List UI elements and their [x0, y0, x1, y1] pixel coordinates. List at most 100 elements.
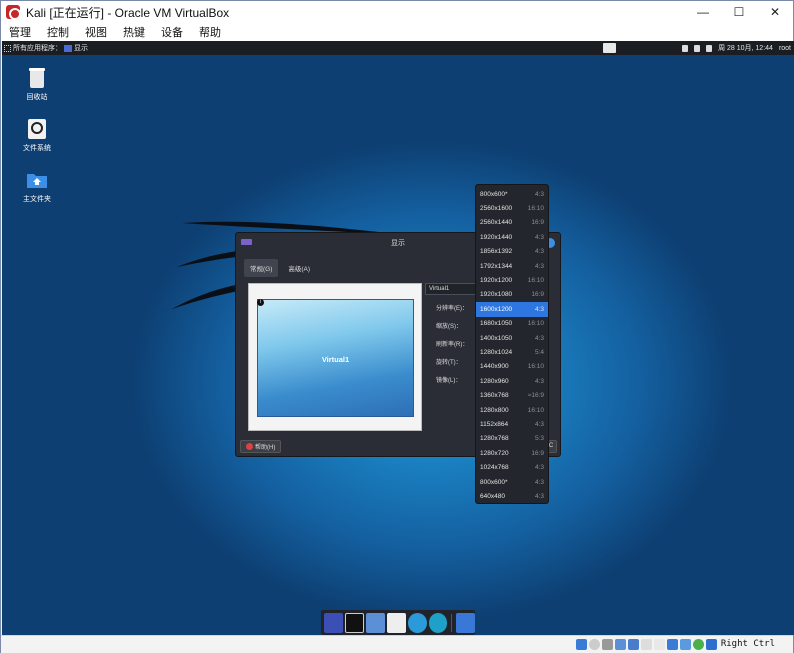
apps-menu[interactable]: 所有应用程序： 显示 — [4, 43, 88, 53]
resolution-option[interactable]: 1280x1024 5:4 — [476, 345, 548, 359]
dialog-tabs: 常规(G) 高级(A) — [244, 259, 316, 277]
help-button[interactable]: 帮助(H) — [240, 440, 282, 453]
aspect-ratio: 4:3 — [534, 305, 544, 313]
desktop-icon-trash[interactable]: 回收站 — [12, 67, 62, 102]
aspect-ratio: 4:3 — [534, 190, 544, 198]
maximize-button[interactable]: ☐ — [721, 1, 757, 23]
help-button-label: 帮助(H) — [255, 445, 276, 451]
aspect-ratio: 4:3 — [534, 492, 544, 500]
aspect-ratio: 4:3 — [534, 464, 544, 472]
title-bar: Kali [正在运行] - Oracle VM VirtualBox — ☐ ✕ — [1, 1, 793, 23]
show-desktop-icon[interactable] — [324, 612, 343, 633]
top-panel: 所有应用程序： 显示 周 28 10月, 12:44 root — [2, 41, 794, 55]
aspect-ratio: 4:3 — [534, 420, 544, 428]
resolution-option[interactable]: 1680x1050 16:10 — [476, 317, 548, 331]
resolution-value: 640x480 — [480, 492, 505, 500]
menu-hotkeys[interactable]: 热键 — [115, 24, 153, 40]
file-manager-icon[interactable] — [365, 612, 385, 633]
rotation-label: 旋转(T)： — [436, 360, 462, 366]
resolution-option[interactable]: 1920x1200 16:10 — [476, 273, 548, 287]
active-window-label[interactable]: 显示 — [74, 43, 88, 53]
resolution-value: 2560x1440 — [480, 219, 513, 227]
close-button[interactable]: ✕ — [757, 1, 793, 23]
menu-devices[interactable]: 设备 — [153, 24, 191, 40]
resolution-value: 1280x800 — [480, 406, 509, 414]
resolution-option[interactable]: 1280x960 4:3 — [476, 374, 548, 388]
recording-icon[interactable] — [667, 639, 678, 650]
resolution-option[interactable]: 640x480 4:3 — [476, 489, 548, 503]
network-icon[interactable] — [615, 639, 626, 650]
user-label[interactable]: root — [779, 45, 791, 52]
display-app-icon — [64, 44, 72, 52]
resolution-value: 1360x768 — [480, 392, 509, 400]
virtualbox-app-icon — [6, 5, 21, 20]
notification-bell-icon[interactable] — [706, 44, 713, 52]
resolution-option[interactable]: 1360x768 ≈16:9 — [476, 388, 548, 402]
resolution-option[interactable]: 1400x1050 4:3 — [476, 331, 548, 345]
output-select[interactable]: Virtual1 — [425, 283, 479, 295]
apps-grid-icon — [4, 44, 11, 52]
resolution-option[interactable]: 1024x768 4:3 — [476, 460, 548, 474]
desktop-icon-label: 主文件夹 — [23, 196, 51, 203]
mouse-integration-icon[interactable] — [693, 639, 704, 650]
cpu-icon[interactable] — [680, 639, 691, 650]
text-editor-icon[interactable] — [386, 612, 406, 633]
aspect-ratio: 4:3 — [534, 377, 544, 385]
aspect-ratio: 4:3 — [534, 478, 544, 486]
keyboard-icon[interactable] — [603, 43, 617, 53]
resolution-option[interactable]: 1920x1440 4:3 — [476, 230, 548, 244]
search-icon[interactable] — [428, 612, 448, 633]
resolution-option[interactable]: 1280x768 5:3 — [476, 432, 548, 446]
resolution-option[interactable]: 1792x1344 4:3 — [476, 259, 548, 273]
audio-icon[interactable] — [602, 639, 613, 650]
dialog-title: 显示 — [391, 240, 405, 247]
desktop-icon-home[interactable]: 主文件夹 — [12, 169, 62, 204]
shared-folders-icon[interactable] — [641, 639, 652, 650]
window-title: Kali [正在运行] - Oracle VM VirtualBox — [26, 5, 230, 20]
monitor-preview: Virtual1 i — [248, 283, 422, 431]
display-icon[interactable] — [654, 639, 665, 650]
resolution-option[interactable]: 1440x900 16:10 — [476, 360, 548, 374]
desktop-icon-filesystem[interactable]: 文件系统 — [12, 118, 62, 153]
battery-icon[interactable] — [694, 44, 701, 52]
usb-icon[interactable] — [628, 639, 639, 650]
resolution-option[interactable]: 2560x1440 16:9 — [476, 216, 548, 230]
menu-control[interactable]: 控制 — [39, 24, 77, 40]
help-icon — [246, 443, 253, 450]
monitor-virtual1[interactable]: Virtual1 — [257, 299, 414, 417]
menu-view[interactable]: 视图 — [77, 24, 115, 40]
aspect-ratio: 4:3 — [534, 334, 544, 342]
tab-advanced[interactable]: 高级(A) — [282, 259, 316, 277]
terminal-icon[interactable] — [344, 612, 364, 633]
volume-icon[interactable] — [682, 44, 689, 52]
resolution-value: 1680x1050 — [480, 320, 513, 328]
aspect-ratio: 16:9 — [531, 449, 544, 457]
hard-disk-icon[interactable] — [576, 639, 587, 650]
desktop-icon-label: 文件系统 — [23, 145, 51, 152]
resolution-option[interactable]: 800x600* 4:3 — [476, 475, 548, 489]
resolution-option[interactable]: 1920x1080 16:9 — [476, 288, 548, 302]
menu-help[interactable]: 帮助 — [191, 24, 229, 40]
dock — [321, 610, 476, 635]
resolution-option[interactable]: 2560x1600 16:10 — [476, 201, 548, 215]
browser-icon[interactable] — [407, 612, 427, 633]
optical-drive-icon[interactable] — [589, 639, 600, 650]
resolution-option[interactable]: 800x600* 4:3 — [476, 187, 548, 201]
home-folder-icon — [26, 169, 48, 191]
info-icon[interactable]: i — [257, 299, 264, 306]
keyboard-capture-icon[interactable] — [706, 639, 717, 650]
aspect-ratio: 16:10 — [527, 406, 544, 414]
resolution-option[interactable]: 1600x1200 4:3 — [476, 302, 548, 317]
display-app-icon — [241, 239, 252, 245]
resolution-option[interactable]: 1152x864 4:3 — [476, 417, 548, 431]
resolution-value: 1400x1050 — [480, 334, 513, 342]
folder-icon[interactable] — [456, 612, 476, 633]
minimize-button[interactable]: — — [685, 1, 721, 23]
menu-manage[interactable]: 管理 — [1, 24, 39, 40]
resolution-option[interactable]: 1280x720 16:9 — [476, 446, 548, 460]
vm-screen[interactable]: 所有应用程序： 显示 周 28 10月, 12:44 root 回收站 文件系统… — [2, 41, 794, 635]
resolution-option[interactable]: 1856x1392 4:3 — [476, 245, 548, 259]
clock[interactable]: 周 28 10月, 12:44 — [718, 43, 773, 53]
resolution-option[interactable]: 1280x800 16:10 — [476, 403, 548, 417]
tab-general[interactable]: 常规(G) — [244, 259, 279, 277]
